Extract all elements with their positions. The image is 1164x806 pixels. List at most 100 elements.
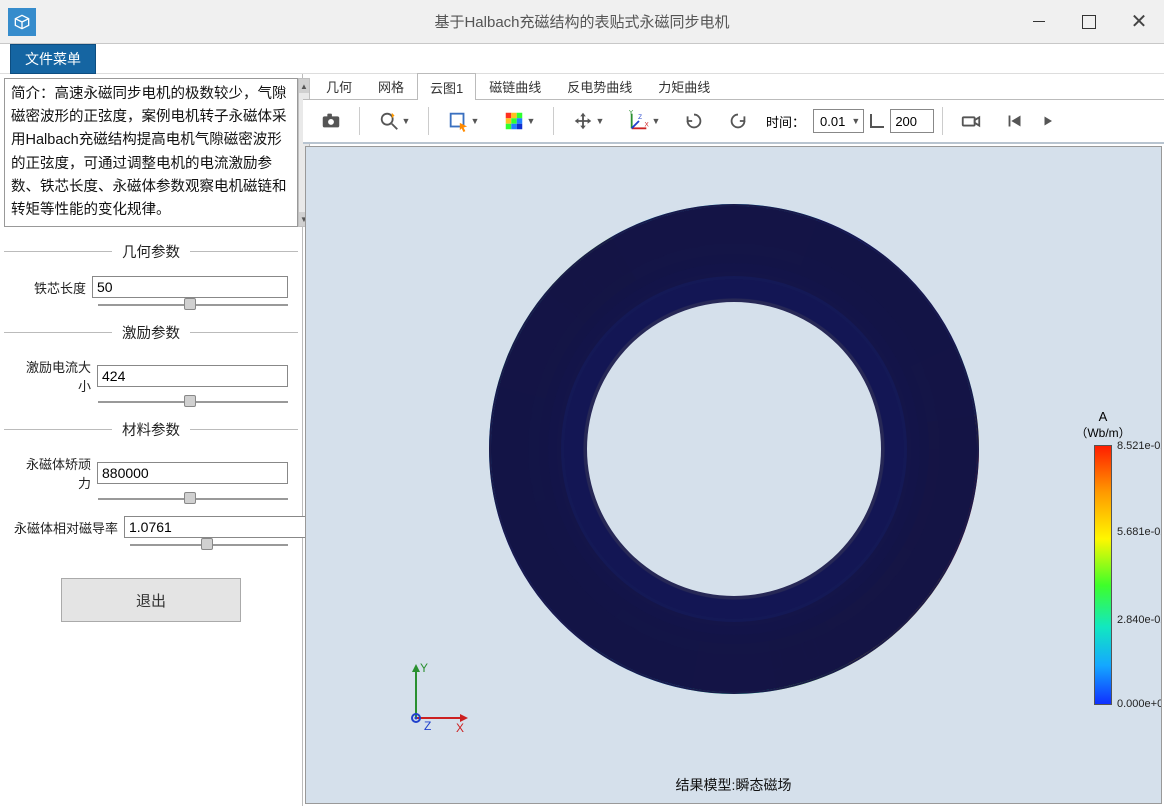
coercivity-input[interactable] xyxy=(97,462,288,484)
svg-text:X: X xyxy=(644,122,649,129)
stator-slot xyxy=(586,603,610,627)
step-indicator-icon xyxy=(870,114,884,128)
description-text: 简介：高速永磁同步电机的极数较少，气隙磁密波形的正弦度，案例电机转子永磁体采用H… xyxy=(4,78,298,227)
color-legend: A （Wb/m） 8.521e-02 5.681e-02 2.840e-02 0… xyxy=(1059,409,1147,705)
stator-slot xyxy=(509,445,529,459)
svg-text:Z: Z xyxy=(424,719,431,733)
geometry-group-header: 几何参数 xyxy=(112,241,190,262)
current-label: 激励电流大小 xyxy=(14,357,97,395)
stator-slot xyxy=(800,638,820,662)
stator-slot xyxy=(581,274,605,298)
stator-slot xyxy=(685,226,702,248)
stator-slot xyxy=(724,224,738,244)
time-label: 时间： xyxy=(766,112,805,131)
coercivity-slider[interactable] xyxy=(98,496,288,502)
excitation-group-header: 激励参数 xyxy=(112,322,190,343)
tab-torque-curve[interactable]: 力矩曲线 xyxy=(645,72,723,99)
current-slider[interactable] xyxy=(98,399,288,405)
file-menu-button[interactable]: 文件菜单 xyxy=(10,44,96,74)
stator-slot xyxy=(521,515,545,535)
result-caption: 结果模型:瞬态磁场 xyxy=(676,775,792,795)
camera-button[interactable] xyxy=(951,105,991,137)
stator-slot xyxy=(647,236,667,260)
material-group-header: 材料参数 xyxy=(112,419,190,440)
stator-slot xyxy=(935,474,957,491)
time-select[interactable]: 0.01▼ xyxy=(813,109,864,133)
motor-ring-plot xyxy=(489,204,979,694)
stator-slot xyxy=(510,406,532,423)
tab-emf-curve[interactable]: 反电势曲线 xyxy=(554,72,645,99)
axis-view-button[interactable]: YXZ ▼ xyxy=(618,105,670,137)
stator-slot xyxy=(537,548,561,570)
exit-button[interactable]: 退出 xyxy=(61,578,241,622)
stator-slot xyxy=(934,400,956,417)
right-visualization-panel: 几何 网格 云图1 磁链曲线 反电势曲线 力矩曲线 ▼ ▼ xyxy=(303,74,1164,806)
title-bar: 基于Halbach充磁结构的表贴式永磁同步电机 ✕ xyxy=(0,0,1164,44)
menu-bar: 文件菜单 xyxy=(0,44,1164,74)
stator-slot xyxy=(765,649,782,671)
core-length-slider[interactable] xyxy=(98,302,288,308)
stator-slot xyxy=(923,362,947,382)
svg-text:Z: Z xyxy=(638,114,642,121)
stator-slot xyxy=(618,624,640,648)
axis-triad: Y X Z xyxy=(396,658,476,743)
window-title: 基于Halbach充磁结构的表贴式永磁同步电机 xyxy=(434,11,729,32)
svg-text:Y: Y xyxy=(420,661,428,675)
svg-text:Y: Y xyxy=(628,110,633,117)
core-length-input[interactable] xyxy=(92,276,288,298)
tab-geometry[interactable]: 几何 xyxy=(313,72,365,99)
step-first-button[interactable] xyxy=(995,105,1035,137)
colormap-button[interactable]: ▼ xyxy=(493,105,545,137)
stator-slot xyxy=(862,599,886,623)
rotate-ccw-button[interactable] xyxy=(674,105,714,137)
pan-button[interactable]: ▼ xyxy=(562,105,614,137)
stator-slot xyxy=(888,573,912,597)
selection-mode-button[interactable]: ▼ xyxy=(437,105,489,137)
stator-slot xyxy=(534,333,558,355)
coercivity-label: 永磁体矫顽力 xyxy=(14,454,97,492)
stator-slot xyxy=(555,301,579,325)
tab-cloud1[interactable]: 云图1 xyxy=(417,73,476,100)
stator-slot xyxy=(884,296,908,320)
core-length-label: 铁芯长度 xyxy=(14,278,92,297)
legend-colorbar: 8.521e-02 5.681e-02 2.840e-02 0.000e+00 xyxy=(1094,445,1112,705)
stator-slot xyxy=(559,577,583,601)
legend-unit: （Wb/m） xyxy=(1059,424,1147,441)
step-last-button[interactable] xyxy=(1039,105,1059,137)
stator-slot xyxy=(909,543,933,565)
legend-tick-mid2: 2.840e-02 xyxy=(1117,614,1162,626)
current-input[interactable] xyxy=(97,365,288,387)
stator-slot xyxy=(906,328,930,350)
stator-slot xyxy=(653,640,673,664)
stator-slot xyxy=(939,439,959,453)
stator-slot xyxy=(690,650,707,672)
visualization-canvas[interactable]: Y X Z A （Wb/m） 8.521e-02 5.681e-02 2.840… xyxy=(305,146,1162,804)
svg-text:X: X xyxy=(456,721,464,735)
legend-tick-min: 0.000e+00 xyxy=(1117,698,1162,710)
screenshot-button[interactable] xyxy=(311,105,351,137)
legend-title: A xyxy=(1059,409,1147,424)
stator-slot xyxy=(511,480,533,497)
tab-flux-curve[interactable]: 磁链曲线 xyxy=(476,72,554,99)
stator-slot xyxy=(827,249,849,273)
window-minimize-button[interactable] xyxy=(1014,0,1064,44)
permeability-slider[interactable] xyxy=(130,542,288,548)
zoom-reset-button[interactable]: ▼ xyxy=(368,105,420,137)
window-close-button[interactable]: ✕ xyxy=(1114,0,1164,44)
stator-slot xyxy=(519,368,543,388)
stator-slot xyxy=(858,270,882,294)
step-input[interactable]: 200 xyxy=(890,109,934,133)
permeability-input[interactable] xyxy=(124,516,315,538)
window-maximize-button[interactable] xyxy=(1064,0,1114,44)
stator-slot xyxy=(759,225,776,247)
stator-slot xyxy=(925,509,949,529)
legend-tick-max: 8.521e-02 xyxy=(1117,440,1162,452)
app-logo xyxy=(8,8,36,36)
rotate-cw-button[interactable] xyxy=(718,105,758,137)
stator-slot xyxy=(612,252,634,276)
tab-bar: 几何 网格 云图1 磁链曲线 反电势曲线 力矩曲线 xyxy=(303,74,1164,100)
left-parameter-panel: 简介：高速永磁同步电机的极数较少，气隙磁密波形的正弦度，案例电机转子永磁体采用H… xyxy=(0,74,303,806)
tab-mesh[interactable]: 网格 xyxy=(365,72,417,99)
toolbar: ▼ ▼ ▼ ▼ YXZ ▼ xyxy=(303,100,1164,144)
permeability-label: 永磁体相对磁导率 xyxy=(14,518,124,537)
